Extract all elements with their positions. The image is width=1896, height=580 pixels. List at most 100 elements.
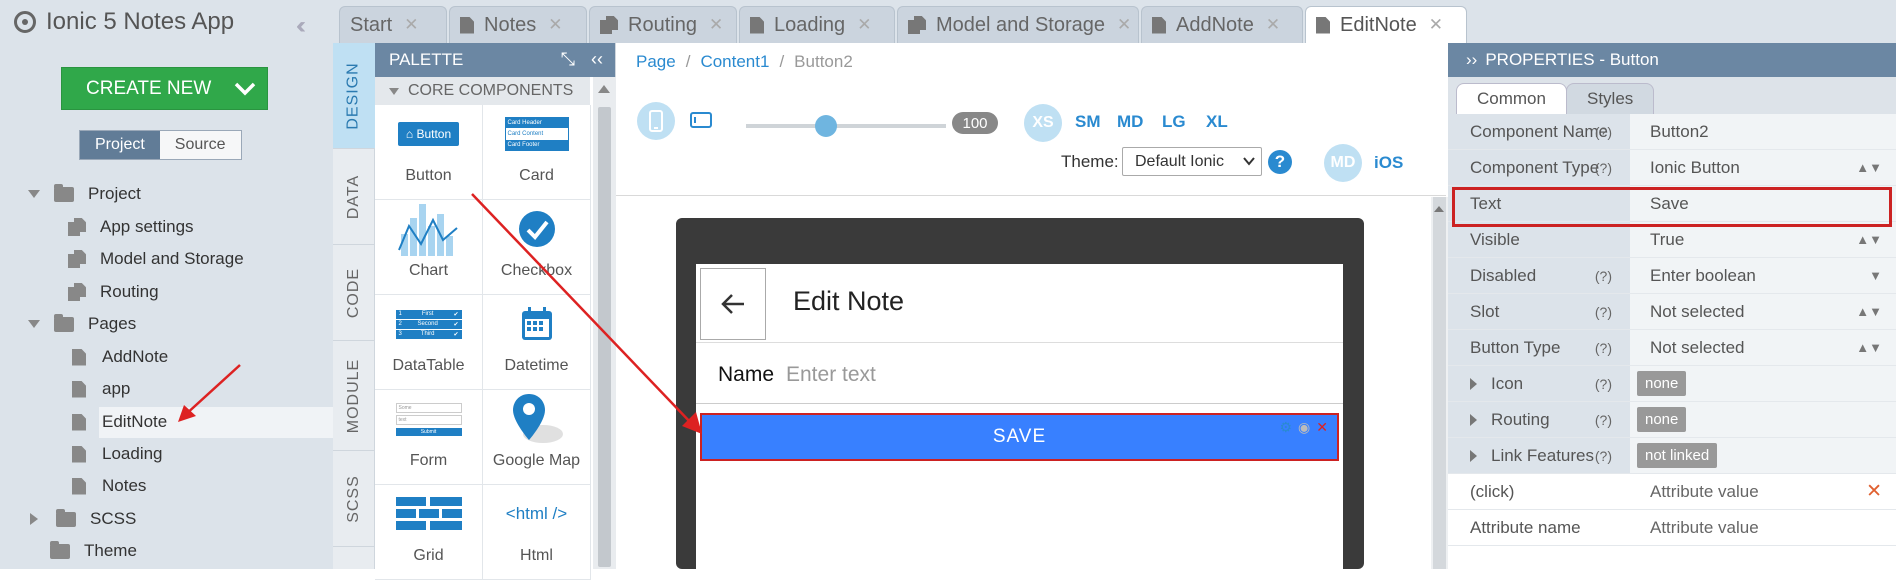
tree-item-addnote[interactable]: AddNote [72, 343, 168, 371]
palette-section-core-components[interactable]: CORE COMPONENTS [375, 77, 590, 105]
attribute-name-field[interactable]: (click) [1448, 474, 1630, 509]
delete-icon[interactable]: ✕ [1866, 480, 1882, 503]
breadcrumb-page[interactable]: Page [636, 52, 676, 72]
expand-arrow-icon[interactable] [1470, 449, 1477, 462]
prop-value-select[interactable]: Ionic Button ▲▼ [1630, 150, 1896, 185]
platform-ios[interactable]: iOS [1374, 153, 1403, 173]
scroll-up-arrow-icon[interactable] [598, 85, 610, 93]
gear-icon[interactable]: ⚙ [1279, 419, 1293, 436]
tree-item-app-settings[interactable]: App settings [68, 213, 194, 241]
tree-item-routing[interactable]: Routing [68, 278, 159, 306]
source-toggle-button[interactable]: Source [159, 131, 241, 159]
save-button[interactable]: SAVE ⚙ ◉ ✕ [700, 413, 1339, 461]
breakpoint-md[interactable]: MD [1117, 112, 1143, 132]
create-new-button[interactable]: CREATE NEW [61, 67, 268, 110]
tab-design[interactable]: DESIGN [333, 43, 375, 149]
name-input[interactable]: Enter text [786, 363, 876, 387]
prop-value-chip[interactable]: none [1637, 371, 1687, 396]
tab-model-and-storage[interactable]: Model and Storage ✕ [897, 6, 1139, 43]
palette-item-datatable[interactable]: 1 First ✔ 2 Second ✔ 3 Third ✔ DataTable [375, 295, 483, 390]
tree-item-app[interactable]: app [72, 375, 130, 403]
help-icon[interactable]: (?) [1595, 340, 1612, 356]
tree-item-theme[interactable]: Theme [50, 537, 137, 565]
close-icon[interactable]: ✕ [1266, 15, 1280, 35]
canvas-scrollbar[interactable] [1431, 197, 1448, 569]
tab-notes[interactable]: Notes ✕ [449, 6, 587, 43]
help-icon[interactable]: (?) [1595, 124, 1612, 140]
palette-item-chart[interactable]: Chart [375, 200, 483, 295]
prop-value-chip[interactable]: none [1637, 407, 1687, 432]
palette-item-card[interactable]: Card Header Card Content Card Footer Car… [483, 105, 591, 200]
tab-module[interactable]: MODULE [333, 341, 375, 451]
scrollbar-track[interactable] [1433, 197, 1446, 569]
tab-code[interactable]: CODE [333, 245, 375, 341]
breakpoint-lg[interactable]: LG [1162, 112, 1186, 132]
double-chevron-right-icon[interactable]: ›› [1466, 50, 1477, 70]
double-chevron-left-icon[interactable]: ‹‹ [296, 12, 306, 40]
tree-item-scss[interactable]: SCSS [30, 505, 136, 533]
help-icon[interactable]: (?) [1595, 412, 1612, 428]
close-icon[interactable]: ✕ [1429, 15, 1443, 35]
prop-value-select[interactable]: True ▲▼ [1630, 222, 1896, 257]
tree-item-editnote[interactable]: EditNote [72, 408, 167, 436]
phone-device-icon[interactable] [637, 102, 675, 140]
close-icon[interactable]: ✕ [1117, 15, 1131, 35]
zoom-slider-track[interactable] [746, 124, 946, 128]
tree-item-project[interactable]: Project [28, 180, 141, 208]
attribute-name-field[interactable]: Attribute name [1448, 510, 1630, 545]
expand-arrow-icon[interactable] [30, 513, 38, 525]
tab-addnote[interactable]: AddNote ✕ [1141, 6, 1303, 43]
expand-arrow-icon[interactable] [1470, 377, 1477, 390]
tab-start[interactable]: Start ✕ [339, 6, 447, 43]
double-chevron-left-icon[interactable]: ‹‹ [591, 49, 603, 70]
tab-data[interactable]: DATA [333, 149, 375, 245]
collapse-all-icon[interactable]: ⤡ [561, 49, 575, 70]
help-icon[interactable]: (?) [1595, 376, 1612, 392]
visibility-icon[interactable]: ◉ [1298, 419, 1311, 436]
help-icon[interactable]: (?) [1595, 268, 1612, 284]
palette-item-button[interactable]: ⌂ Button Button [375, 105, 483, 200]
expand-arrow-icon[interactable] [1470, 413, 1477, 426]
breadcrumb-content1[interactable]: Content1 [700, 52, 769, 72]
help-icon[interactable]: (?) [1595, 448, 1612, 464]
breakpoint-xl[interactable]: XL [1206, 112, 1228, 132]
tree-item-model-and-storage[interactable]: Model and Storage [68, 245, 244, 273]
prop-icon[interactable]: Icon (?) none [1448, 366, 1896, 402]
tab-common[interactable]: Common [1456, 83, 1567, 114]
project-toggle-button[interactable]: Project [80, 131, 160, 159]
breakpoint-xs[interactable]: XS [1024, 104, 1062, 142]
close-icon[interactable]: ✕ [857, 15, 871, 35]
help-icon[interactable]: ? [1268, 150, 1292, 174]
tab-styles[interactable]: Styles [1566, 83, 1655, 114]
prop-value-select[interactable]: Not selected ▲▼ [1630, 294, 1896, 329]
palette-item-form[interactable]: Some text Submit Form [375, 390, 483, 485]
close-icon[interactable]: ✕ [548, 15, 562, 35]
close-icon[interactable]: ✕ [404, 15, 418, 35]
attribute-value-field[interactable]: Attribute value ✕ [1630, 474, 1896, 509]
tab-routing[interactable]: Routing ✕ [589, 6, 737, 43]
breakpoint-sm[interactable]: SM [1075, 112, 1101, 132]
close-icon[interactable]: ✕ [709, 15, 723, 35]
tab-scss[interactable]: SCSS [333, 451, 375, 547]
tree-item-loading[interactable]: Loading [72, 440, 163, 468]
scroll-up-arrow-icon[interactable] [1434, 206, 1444, 212]
prop-value-select[interactable]: Not selected ▲▼ [1630, 330, 1896, 365]
help-icon[interactable]: (?) [1595, 304, 1612, 320]
chevron-down-icon[interactable] [222, 68, 267, 109]
prop-link-features[interactable]: Link Features (?) not linked [1448, 438, 1896, 474]
palette-item-grid[interactable]: Grid [375, 485, 483, 580]
zoom-slider-handle[interactable] [815, 115, 837, 137]
prop-value-select[interactable]: Enter boolean ▼ [1630, 258, 1896, 293]
platform-md[interactable]: MD [1324, 144, 1362, 182]
tablet-device-icon[interactable] [690, 112, 712, 133]
expand-arrow-icon[interactable] [28, 320, 40, 328]
tab-loading[interactable]: Loading ✕ [739, 6, 895, 43]
palette-item-html[interactable]: <html /> Html [483, 485, 591, 580]
tab-editnote[interactable]: EditNote ✕ [1305, 6, 1467, 43]
tree-item-pages[interactable]: Pages [28, 310, 136, 338]
prop-value-field[interactable]: Button2 [1630, 114, 1896, 149]
prop-routing[interactable]: Routing (?) none [1448, 402, 1896, 438]
tree-item-notes[interactable]: Notes [72, 472, 146, 500]
theme-select[interactable]: Default Ionic [1122, 147, 1262, 176]
help-icon[interactable]: (?) [1595, 160, 1612, 176]
